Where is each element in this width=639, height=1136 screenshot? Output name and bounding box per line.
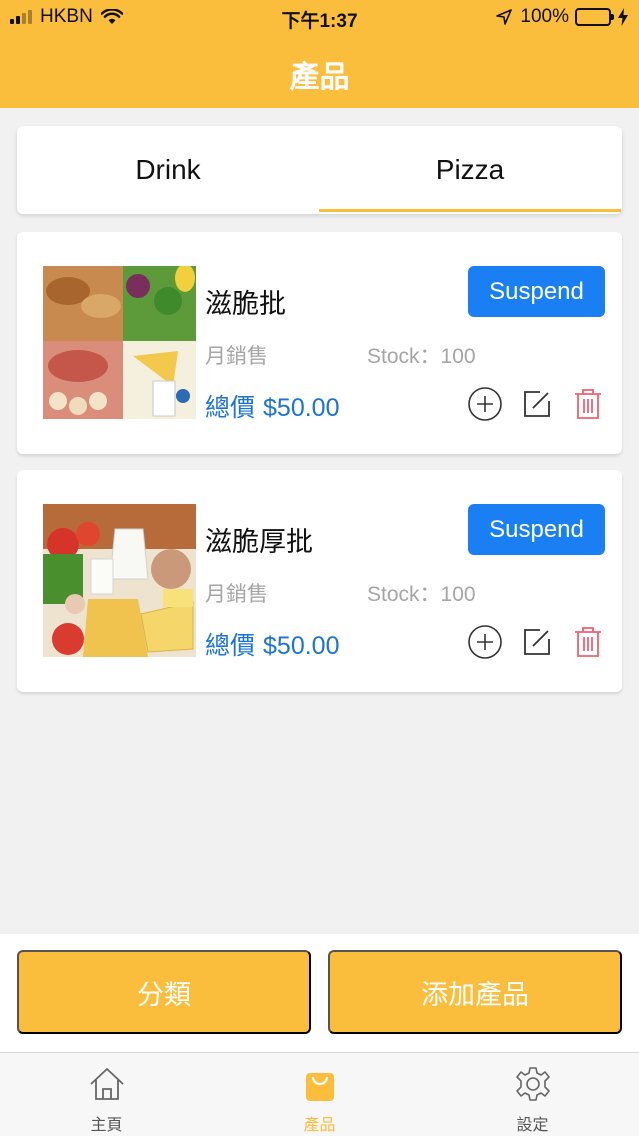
category-tabs: Drink Pizza (17, 126, 622, 214)
plus-circle-icon[interactable] (467, 624, 503, 660)
location-arrow-icon (496, 9, 513, 25)
product-card: 滋脆厚批 月銷售 Stock：100 總價 $50.00 Suspend (17, 470, 622, 692)
tab-home[interactable]: 主頁 (0, 1053, 213, 1136)
home-icon (90, 1068, 124, 1100)
total-price: 總價 $50.00 (205, 626, 339, 662)
add-product-button[interactable]: 添加產品 (328, 950, 622, 1034)
gear-icon (516, 1067, 550, 1101)
tab-selected-indicator (319, 209, 621, 212)
total-label: 總價 (205, 631, 256, 660)
total-price: 總價 $50.00 (205, 388, 339, 424)
monthly-sales-label: 月銷售 (205, 582, 268, 606)
charging-bolt-icon (618, 8, 628, 26)
price-value: $50.00 (263, 632, 340, 660)
tab-label: 產品 (303, 1115, 336, 1134)
product-name: 滋脆批 (205, 289, 286, 320)
tab-drink[interactable]: Drink (17, 126, 319, 214)
total-label: 總價 (205, 393, 256, 422)
stock-text: Stock：100 (367, 345, 476, 368)
page-title: 產品 (289, 60, 350, 95)
edit-icon[interactable] (519, 386, 555, 422)
status-bar: HKBN 下午1:37 100% (0, 0, 639, 34)
price-value: $50.00 (263, 394, 340, 422)
plus-circle-icon[interactable] (467, 386, 503, 422)
battery-percentage: 100% (520, 6, 569, 27)
product-image (43, 266, 196, 419)
tab-label: Drink (135, 154, 201, 185)
tab-label: 設定 (516, 1115, 549, 1134)
monthly-sales-label: 月銷售 (205, 344, 268, 368)
tab-label: 主頁 (90, 1115, 123, 1134)
trash-icon[interactable] (570, 624, 606, 660)
bottom-tab-bar: 主頁 產品 設定 (0, 1052, 639, 1136)
tab-products[interactable]: 產品 (213, 1053, 426, 1136)
shopping-bag-icon (306, 1073, 334, 1101)
app-header: HKBN 下午1:37 100% 產品 (0, 0, 639, 108)
suspend-button[interactable]: Suspend (468, 266, 605, 317)
trash-icon[interactable] (570, 386, 606, 422)
battery-icon (575, 8, 614, 26)
product-name: 滋脆厚批 (205, 527, 313, 558)
tab-pizza[interactable]: Pizza (319, 126, 621, 214)
tab-label: Pizza (435, 154, 505, 185)
stock-text: Stock：100 (367, 583, 476, 606)
product-card: 滋脆批 月銷售 Stock：100 總價 $50.00 Suspend (17, 232, 622, 454)
edit-icon[interactable] (519, 624, 555, 660)
category-button[interactable]: 分類 (17, 950, 311, 1034)
status-right: 100% (496, 6, 629, 28)
suspend-button[interactable]: Suspend (468, 504, 605, 555)
product-image (43, 504, 196, 657)
tab-settings[interactable]: 設定 (426, 1053, 639, 1136)
